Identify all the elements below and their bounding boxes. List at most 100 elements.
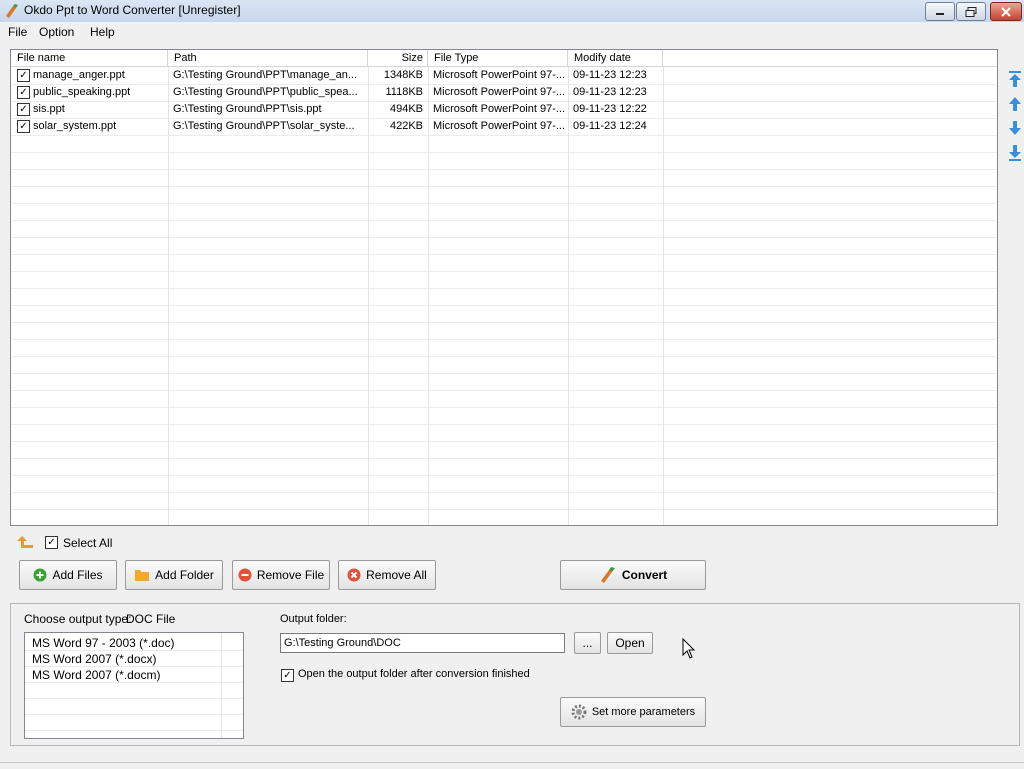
menu-help[interactable]: Help — [90, 25, 115, 39]
cell-date: 09-11-23 12:23 — [573, 86, 647, 98]
title-bar: Okdo Ppt to Word Converter [Unregister] — [0, 0, 1024, 23]
select-all-checkbox[interactable]: ✓ — [45, 536, 58, 549]
menu-file[interactable]: File — [8, 25, 27, 39]
grid-row-line — [11, 203, 997, 204]
list-line — [25, 650, 243, 651]
grid-row-line — [11, 458, 997, 459]
up-folder-icon[interactable] — [17, 535, 35, 549]
minimize-icon — [936, 12, 944, 15]
cell-name: manage_anger.ppt — [33, 69, 125, 81]
app-icon — [6, 4, 18, 18]
menu-bar: File Option Help — [0, 22, 1024, 42]
row-checkbox[interactable]: ✓ — [17, 69, 30, 82]
column-header-path[interactable]: Path — [168, 50, 368, 67]
open-button[interactable]: Open — [607, 632, 653, 654]
cell-date: 09-11-23 12:24 — [573, 120, 647, 132]
move-top-icon[interactable] — [1007, 70, 1023, 88]
grid-column-line — [168, 67, 169, 525]
file-list[interactable]: File name Path Size File Type Modify dat… — [10, 49, 998, 526]
output-folder-label: Output folder: — [280, 613, 347, 625]
convert-label: Convert — [621, 568, 668, 582]
add-files-button[interactable]: Add Files — [19, 560, 117, 590]
list-line — [25, 682, 243, 683]
gear-icon — [571, 704, 587, 720]
convert-button[interactable]: Convert — [560, 560, 706, 590]
cell-name: public_speaking.ppt — [33, 86, 131, 98]
table-row[interactable]: ✓ public_speaking.ppt G:\Testing Ground\PP… — [11, 84, 997, 101]
grid-row-line — [11, 322, 997, 323]
list-divider — [221, 633, 222, 738]
browse-button[interactable]: ... — [574, 632, 601, 654]
cell-size: 1348KB — [383, 69, 423, 81]
window-title: Okdo Ppt to Word Converter [Unregister] — [24, 3, 241, 17]
move-up-icon[interactable] — [1007, 95, 1023, 113]
grid-row-line — [11, 424, 997, 425]
grid-row-line — [11, 186, 997, 187]
mouse-cursor-icon — [682, 638, 696, 659]
column-header-file-name[interactable]: File name — [11, 50, 168, 67]
output-type-option-docx[interactable]: MS Word 2007 (*.docx) — [32, 652, 157, 666]
set-more-parameters-label: Set more parameters — [591, 706, 696, 718]
restore-icon — [965, 6, 977, 17]
select-all-label: Select All — [63, 536, 113, 550]
list-line — [25, 714, 243, 715]
grid-row-line — [11, 305, 997, 306]
restore-button[interactable] — [956, 2, 986, 21]
column-header-modify-date[interactable]: Modify date — [568, 50, 663, 67]
output-type-option-doc[interactable]: MS Word 97 - 2003 (*.doc) — [32, 636, 175, 650]
grid-row-line — [11, 356, 997, 357]
grid-row-line — [11, 220, 997, 221]
output-type-option-docm[interactable]: MS Word 2007 (*.docm) — [32, 668, 161, 682]
grid-row-line — [11, 152, 997, 153]
table-row[interactable]: ✓ manage_anger.ppt G:\Testing Ground\PPT\m… — [11, 67, 997, 84]
cell-type: Microsoft PowerPoint 97-... — [433, 103, 565, 115]
output-type-label: Choose output type: — [24, 612, 132, 626]
grid-row-line — [11, 254, 997, 255]
close-button[interactable] — [990, 2, 1022, 21]
grid-row-line — [11, 441, 997, 442]
list-line — [25, 730, 243, 731]
grid-row-line — [11, 135, 997, 136]
row-checkbox[interactable]: ✓ — [17, 86, 30, 99]
move-down-icon[interactable] — [1007, 119, 1023, 137]
cell-path: G:\Testing Ground\PPT\public_spea... — [173, 86, 358, 98]
grid-row-line — [11, 475, 997, 476]
add-folder-button[interactable]: Add Folder — [125, 560, 223, 590]
cell-type: Microsoft PowerPoint 97-... — [433, 86, 565, 98]
grid-row-line — [11, 288, 997, 289]
row-checkbox[interactable]: ✓ — [17, 120, 30, 133]
minimize-button[interactable] — [925, 2, 955, 21]
cell-path: G:\Testing Ground\PPT\solar_syste... — [173, 120, 355, 132]
column-header-size[interactable]: Size — [368, 50, 428, 67]
folder-icon — [135, 570, 150, 581]
column-header-empty — [663, 50, 997, 67]
grid-row-line — [11, 390, 997, 391]
menu-option[interactable]: Option — [39, 25, 74, 39]
open-after-checkbox[interactable]: ✓ — [281, 669, 294, 682]
remove-file-button[interactable]: Remove File — [232, 560, 330, 590]
output-type-value: DOC File — [126, 612, 176, 626]
grid-row-line — [11, 237, 997, 238]
cell-date: 09-11-23 12:23 — [573, 69, 647, 81]
open-after-label: Open the output folder after conversion … — [298, 668, 530, 680]
remove-all-label: Remove All — [366, 568, 427, 582]
cell-path: G:\Testing Ground\PPT\manage_an... — [173, 69, 358, 81]
grid-column-line — [368, 67, 369, 525]
grid-column-line — [568, 67, 569, 525]
convert-icon — [600, 567, 615, 583]
row-checkbox[interactable]: ✓ — [17, 103, 30, 116]
set-more-parameters-button[interactable]: Set more parameters — [560, 697, 706, 727]
grid-row-line — [11, 373, 997, 374]
cell-type: Microsoft PowerPoint 97-... — [433, 120, 565, 132]
cell-type: Microsoft PowerPoint 97-... — [433, 69, 565, 81]
remove-all-button[interactable]: Remove All — [338, 560, 436, 590]
output-folder-input[interactable] — [280, 633, 565, 653]
output-type-list[interactable]: MS Word 97 - 2003 (*.doc) MS Word 2007 (… — [24, 632, 244, 739]
table-row[interactable]: ✓ sis.ppt G:\Testing Ground\PPT\sis.ppt 494… — [11, 101, 997, 118]
grid-row-line — [11, 339, 997, 340]
cell-date: 09-11-23 12:22 — [573, 103, 647, 115]
move-bottom-icon[interactable] — [1007, 144, 1023, 162]
table-row[interactable]: ✓ solar_system.ppt G:\Testing Ground\PPT\s… — [11, 118, 997, 135]
column-header-file-type[interactable]: File Type — [428, 50, 568, 67]
add-icon — [33, 568, 47, 582]
